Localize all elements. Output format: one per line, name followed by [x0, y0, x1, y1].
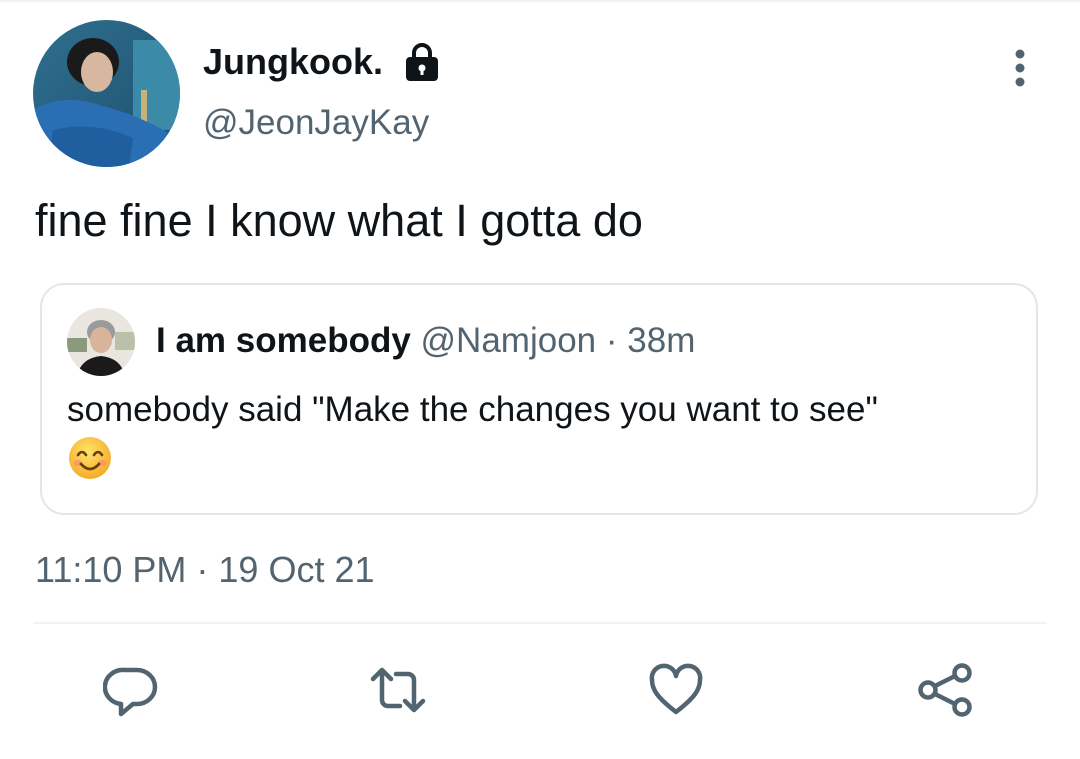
share-icon: [918, 663, 972, 717]
top-border: [0, 0, 1080, 2]
quoted-author-name[interactable]: I am somebody: [156, 321, 411, 360]
author-avatar[interactable]: [33, 20, 180, 167]
reply-icon: [102, 667, 158, 717]
quoted-tweet-header: I am somebody @Namjoon · 38m: [156, 319, 695, 363]
quoted-author-avatar[interactable]: [67, 308, 135, 376]
author-handle[interactable]: @JeonJayKay: [203, 102, 429, 144]
quoted-tweet-text: somebody said "Make the changes you want…: [67, 390, 878, 429]
retweet-icon: [370, 667, 426, 713]
smiling-face-emoji: [68, 436, 112, 480]
quoted-tweet-card[interactable]: I am somebody @Namjoon · 38m somebody sa…: [40, 283, 1038, 515]
more-options-icon[interactable]: [1005, 48, 1035, 88]
tweet-text: fine fine I know what I gotta do: [35, 195, 643, 246]
quoted-tweet-time[interactable]: 38m: [627, 321, 695, 360]
header-separator: ·: [605, 321, 618, 360]
quoted-author-handle[interactable]: @Namjoon: [421, 321, 597, 360]
lock-icon: [403, 42, 441, 82]
like-icon: [649, 663, 703, 715]
share-button[interactable]: [917, 662, 973, 718]
retweet-button[interactable]: [370, 662, 426, 718]
divider: [33, 622, 1047, 624]
like-button[interactable]: [648, 662, 704, 718]
tweet-timestamp[interactable]: 11:10 PM · 19 Oct 21: [35, 548, 375, 592]
author-display-name[interactable]: Jungkook.: [203, 40, 441, 84]
author-name-text[interactable]: Jungkook.: [203, 40, 383, 84]
reply-button[interactable]: [102, 662, 159, 718]
